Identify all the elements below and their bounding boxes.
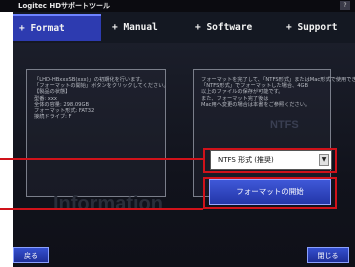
callout-box-button (203, 177, 337, 209)
ntfs-watermark: NTFS (270, 119, 299, 131)
info-panel: 「LHD-HBxxxSB(xxx)」の初期化を行います。 「フォーマットの開始」… (26, 69, 169, 197)
tab-support[interactable]: + Support (286, 15, 337, 41)
title-bar: Logitec HDサポートツール ? (0, 0, 355, 12)
info-text: 「LHD-HBxxxSB(xxx)」の初期化を行います。 「フォーマットの開始」… (34, 77, 169, 121)
callout-line-select (0, 158, 203, 160)
format-info-text: フォーマットを完了して、「NTFS形式」またはMac形式で使用できます。 「NT… (201, 77, 355, 108)
information-watermark: Information (53, 193, 163, 215)
window-title: Logitec HDサポートツール (18, 2, 111, 10)
tab-software[interactable]: + Software (195, 15, 252, 41)
tab-bar: + Format + Manual + Software + Support (13, 12, 355, 43)
back-button[interactable]: 戻る (13, 247, 49, 263)
tab-manual[interactable]: + Manual (112, 15, 158, 41)
callout-box-select (203, 148, 337, 173)
tab-format[interactable]: + Format (13, 14, 101, 41)
callout-line-button (0, 208, 203, 210)
help-button[interactable]: ? (340, 1, 350, 10)
close-button[interactable]: 閉じる (307, 247, 349, 263)
